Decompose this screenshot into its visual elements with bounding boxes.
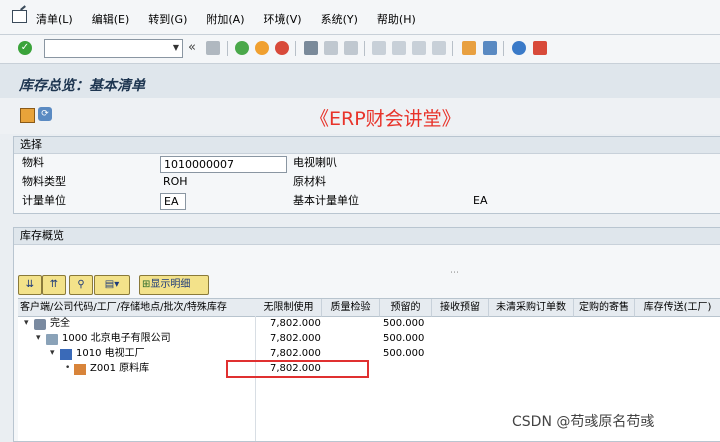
app-menu-icon[interactable] xyxy=(12,10,27,23)
unrestricted-value: 7,802.000 xyxy=(270,333,321,344)
show-detail-label: 显示明细 xyxy=(150,279,191,290)
command-dropdown-icon[interactable]: ▼ xyxy=(173,43,179,52)
column-header-reserved[interactable]: 预留的 xyxy=(380,299,432,317)
tree-collapse-icon[interactable]: ▾ xyxy=(36,333,41,343)
tree-node-label[interactable]: 1000 北京电子有限公司 xyxy=(62,331,171,346)
find-icon[interactable] xyxy=(324,41,338,55)
material-description: 电视喇叭 xyxy=(293,156,337,169)
menu-system[interactable]: 系统(Y) xyxy=(321,11,358,27)
expand-all-icon[interactable]: ⇊ xyxy=(18,275,42,295)
menu-environment[interactable]: 环境(V) xyxy=(263,11,301,27)
back-icon[interactable] xyxy=(235,41,249,55)
exit-icon[interactable] xyxy=(255,41,269,55)
tree-node-label[interactable]: 完全 xyxy=(50,316,70,331)
tree-node-label[interactable]: 1010 电视工厂 xyxy=(76,346,145,361)
column-divider xyxy=(255,316,256,441)
plant-icon xyxy=(60,349,72,360)
toolbar-divider xyxy=(364,41,365,56)
toolbar-divider xyxy=(503,41,504,56)
base-unit-value: EA xyxy=(473,194,488,207)
print-menu-icon[interactable]: ▤▾ xyxy=(94,275,130,295)
menu-help[interactable]: 帮助(H) xyxy=(377,11,416,27)
reserved-value: 500.000 xyxy=(383,348,425,359)
column-header-hierarchy[interactable]: 客户端/公司代码/工厂/存储地点/批次/特殊库存 xyxy=(18,299,257,317)
material-type-description: 原材料 xyxy=(293,175,326,188)
title-bar: 库存总览：基本清单 xyxy=(0,64,720,98)
save-icon[interactable] xyxy=(206,41,220,55)
base-unit-label: 基本计量单位 xyxy=(293,194,359,207)
unrestricted-value: 7,802.000 xyxy=(270,318,321,329)
column-header-receipt-reservation[interactable]: 接收预留 xyxy=(432,299,489,317)
menu-goto[interactable]: 转到(G) xyxy=(148,11,187,27)
last-page-icon[interactable] xyxy=(432,41,446,55)
selection-section: 选择 物料 1010000007 电视喇叭 物料类型 ROH 原材料 计量单位 … xyxy=(13,136,720,214)
next-page-icon[interactable] xyxy=(412,41,426,55)
watermark-top: 《ERP财会讲堂》 xyxy=(310,108,461,130)
layout-menu-icon[interactable] xyxy=(533,41,547,55)
command-field[interactable]: ▼ xyxy=(44,39,183,58)
menu-bar: 清单(L) 编辑(E) 转到(G) 附加(A) 环境(V) 系统(Y) 帮助(H… xyxy=(0,0,720,35)
collapse-all-icon[interactable]: ⇈ xyxy=(42,275,66,295)
tree-node-label[interactable]: Z001 原料库 xyxy=(90,361,149,376)
tree-leaf-bullet: • xyxy=(65,363,71,373)
reserved-value: 500.000 xyxy=(383,333,425,344)
unrestricted-value: 7,802.000 xyxy=(270,348,321,359)
help-icon[interactable] xyxy=(512,41,526,55)
page-title: 库存总览：基本清单 xyxy=(19,78,145,94)
material-type-value: ROH xyxy=(163,175,188,188)
column-header-open-po[interactable]: 未清采购订单数 xyxy=(489,299,574,317)
splitter-handle[interactable]: ⋯ xyxy=(450,268,459,278)
unit-label: 计量单位 xyxy=(22,194,66,207)
show-detail-button[interactable]: ⊞显示明细 xyxy=(139,275,209,295)
menu-edit[interactable]: 编辑(E) xyxy=(92,11,130,27)
first-page-icon[interactable] xyxy=(372,41,386,55)
find-icon[interactable]: ⚲ xyxy=(69,275,93,295)
highlight-box xyxy=(226,360,369,378)
column-header-consignment-ordered[interactable]: 定购的寄售 xyxy=(574,299,635,317)
reserved-value: 500.000 xyxy=(383,318,425,329)
selection-header: 选择 xyxy=(14,137,720,154)
tree-collapse-icon[interactable]: ▾ xyxy=(24,318,29,328)
column-header-quality-inspection[interactable]: 质量检验 xyxy=(322,299,380,317)
tree-collapse-icon[interactable]: ▾ xyxy=(50,348,55,358)
standard-toolbar: ✓ ▼ « xyxy=(0,35,720,64)
menu-extras[interactable]: 附加(A) xyxy=(206,11,244,27)
column-header-stock-transfer-plant[interactable]: 库存传送(工厂) xyxy=(635,299,720,317)
new-session-icon[interactable] xyxy=(462,41,476,55)
previous-page-icon[interactable] xyxy=(392,41,406,55)
print-icon[interactable] xyxy=(304,41,318,55)
material-field[interactable]: 1010000007 xyxy=(160,156,287,173)
toolbar-divider xyxy=(227,41,228,56)
storage-location-icon xyxy=(74,364,86,375)
menu-list[interactable]: 清单(L) xyxy=(36,11,73,27)
material-type-label: 物料类型 xyxy=(22,175,66,188)
material-label: 物料 xyxy=(22,156,44,169)
selection-screen-icon[interactable] xyxy=(20,108,35,123)
cancel-icon[interactable] xyxy=(275,41,289,55)
refresh-icon[interactable]: ⟳ xyxy=(38,107,52,121)
column-header-unrestricted[interactable]: 无限制使用 xyxy=(256,299,322,317)
client-icon xyxy=(34,319,46,330)
find-next-icon[interactable] xyxy=(344,41,358,55)
unit-field[interactable]: EA xyxy=(160,193,186,210)
toolbar-divider xyxy=(452,41,453,56)
watermark-bottom: CSDN @苟彧原名苟彧 xyxy=(512,414,655,430)
collapse-icon[interactable]: « xyxy=(188,40,196,55)
company-code-icon xyxy=(46,334,58,345)
toolbar-divider xyxy=(295,41,296,56)
enter-icon[interactable]: ✓ xyxy=(18,41,32,55)
shortcut-icon[interactable] xyxy=(483,41,497,55)
stock-overview-header: 库存概览 xyxy=(14,228,720,245)
